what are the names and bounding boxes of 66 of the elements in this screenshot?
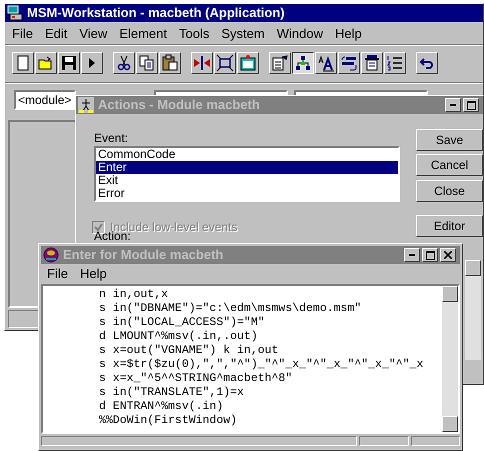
- field-label: Event:: [94, 130, 128, 147]
- list-item[interactable]: CommonCode: [96, 148, 398, 161]
- font-style-icon: [317, 54, 335, 72]
- status-panel: [359, 436, 409, 446]
- copy-icon: [138, 54, 156, 72]
- status-panel: [411, 436, 460, 446]
- dialog-button[interactable]: Cancel: [416, 154, 483, 176]
- code-editor[interactable]: [41, 284, 460, 434]
- minimize-icon: [409, 254, 415, 256]
- menu-item[interactable]: File: [6, 24, 39, 44]
- window-title: Actions - Module macbeth: [98, 96, 260, 114]
- minimize-icon: [450, 104, 456, 106]
- clipboard-icon: [161, 54, 179, 72]
- list-item[interactable]: Exit: [96, 174, 398, 187]
- split-arrows-icon: [193, 54, 211, 72]
- code-line: s x=x_"^5^^STRING^macbeth^8": [99, 372, 294, 386]
- close-button[interactable]: [440, 248, 456, 262]
- event-list[interactable]: CommonCode Enter Exit Error: [94, 146, 400, 202]
- close-icon: [444, 251, 452, 259]
- window-pin-icon: [239, 54, 257, 72]
- menu-item[interactable]: System: [215, 24, 271, 44]
- maximize-icon: [466, 100, 476, 110]
- minimize-button[interactable]: [404, 248, 420, 262]
- maximize-icon: [426, 250, 434, 260]
- toolbar-button[interactable]: [292, 52, 314, 74]
- report-list-icon: [363, 54, 381, 72]
- hierarchy-icon: [294, 54, 312, 72]
- combo-value: <module>: [17, 92, 72, 109]
- list-item[interactable]: Enter: [96, 161, 398, 174]
- menu-item[interactable]: Help: [74, 264, 113, 284]
- code-line: s in("LOCAL_ACCESS")="M": [99, 316, 266, 330]
- exchange-arrows-icon: [340, 54, 358, 72]
- dialog-button[interactable]: Save: [416, 129, 483, 151]
- numbered-list-icon: [386, 54, 404, 72]
- properties-icon: [271, 54, 289, 72]
- maximize-button[interactable]: [463, 98, 479, 112]
- menu-item[interactable]: Edit: [38, 24, 74, 44]
- play-arrow-icon: [89, 58, 95, 68]
- window-title: Enter for Module macbeth: [63, 246, 224, 264]
- resize-frame-icon: [216, 54, 234, 72]
- window-title: MSM-Workstation - macbeth (Application): [27, 4, 285, 22]
- menu-item[interactable]: Element: [113, 24, 174, 44]
- code-line: %%DoWin(FirstWindow): [99, 414, 238, 428]
- code-line: s x=out("VGNAME") k in,out: [99, 344, 280, 358]
- menu-item[interactable]: View: [73, 24, 114, 44]
- list-item[interactable]: Error: [96, 187, 398, 200]
- scrollbar[interactable]: [442, 286, 458, 432]
- menu-item[interactable]: Window: [270, 24, 329, 44]
- scrollbar[interactable]: [465, 260, 481, 360]
- code-line: s x=$tr($zu(0),",","^")_"^"_x_"^"_x_"^"_x_"^"_x: [99, 358, 424, 372]
- field-label: Action:: [94, 230, 131, 243]
- dialog-button[interactable]: Editor: [416, 215, 483, 237]
- code-line: d ENTRAN^%msv(.in): [99, 400, 224, 414]
- code-line: s in("TRANSLATE",1)=x: [99, 386, 245, 400]
- menu-item[interactable]: Tools: [173, 24, 216, 44]
- scissors-icon: [115, 54, 133, 72]
- code-line: s in("DBNAME")="c:\edm\msmws\demo.msm": [99, 302, 362, 316]
- code-line: d LMOUNT^%msv(.in,.out): [99, 330, 259, 344]
- dialog-button[interactable]: Close: [416, 180, 483, 202]
- menu-item[interactable]: File: [41, 264, 74, 284]
- maximize-button[interactable]: [422, 248, 438, 262]
- menu-item[interactable]: Help: [328, 24, 368, 44]
- code-line: n in,out,x: [99, 288, 170, 302]
- combo-box[interactable]: <module>: [14, 90, 76, 110]
- minimize-button[interactable]: [445, 98, 461, 112]
- globe-icon: [43, 247, 59, 263]
